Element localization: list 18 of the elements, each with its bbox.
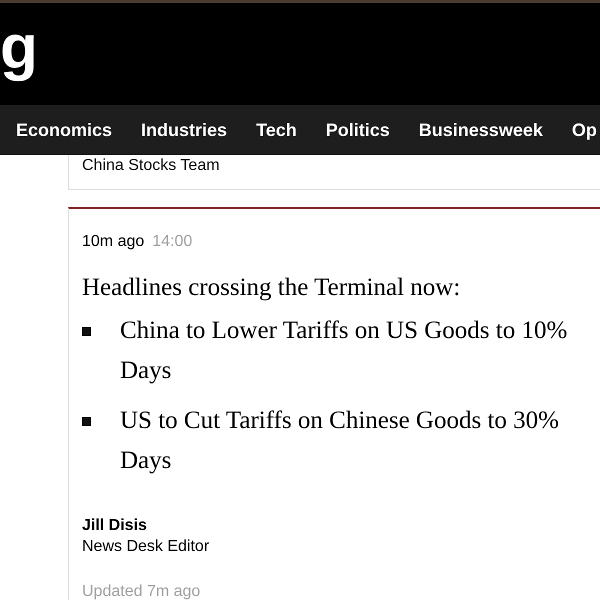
nav-link[interactable]: Politics <box>326 119 390 141</box>
post-intro: Headlines crossing the Terminal now: <box>82 273 462 303</box>
author-title: News Desk Editor <box>82 537 210 557</box>
nav-link[interactable]: Industries <box>141 119 228 141</box>
timestamp: 14:00 <box>152 232 192 252</box>
bullet-text: US to Cut Tariffs on Chinese Goods to 30% Days <box>120 406 559 476</box>
relative-time: 10m ago <box>82 232 144 252</box>
bullet-text: China to Lower Tariffs on US Goods to 10% Days <box>120 316 568 386</box>
bullet-icon <box>82 327 91 336</box>
nav-link[interactable]: Businessweek <box>418 119 543 141</box>
byline-text: China Stocks Team <box>82 156 221 176</box>
nav-link[interactable]: Tech <box>256 119 297 141</box>
brand-logo[interactable]: g <box>0 17 38 79</box>
bullet-icon <box>82 417 91 426</box>
author-name: Jill Disis <box>82 516 148 536</box>
nav-link[interactable]: Economics <box>16 119 112 141</box>
updated-time: Updated 7m ago <box>82 582 202 600</box>
nav-link[interactable]: Op <box>572 119 597 141</box>
